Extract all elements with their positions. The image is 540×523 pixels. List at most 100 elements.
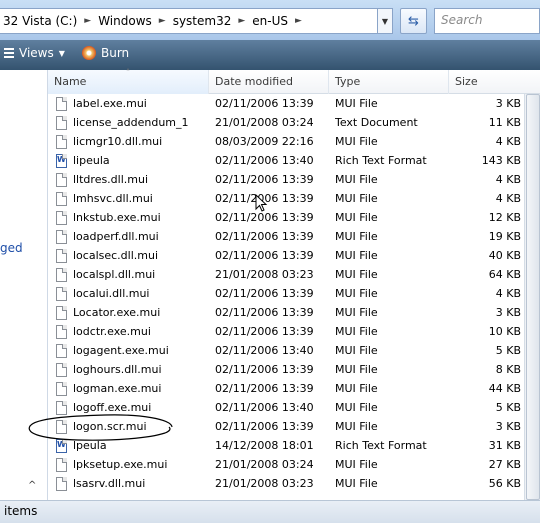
refresh-icon: ⇆ [408, 13, 419, 29]
table-row[interactable]: lnkstub.exe.mui 02/11/2006 13:39 MUI File 1… [48, 208, 540, 227]
file-icon [56, 115, 67, 130]
file-name: license_addendum_1 [73, 116, 189, 129]
file-icon [56, 381, 67, 396]
table-row[interactable]: localspl.dll.mui 21/01/2008 03:23 MUI File… [48, 265, 540, 284]
table-row[interactable]: lpksetup.exe.mui 21/01/2008 03:24 MUI File… [48, 455, 540, 474]
file-date-modified: 21/01/2008 03:24 [215, 116, 314, 129]
table-row[interactable]: localsec.dll.mui 02/11/2006 13:39 MUI File… [48, 246, 540, 265]
table-row[interactable]: loghours.dll.mui 02/11/2006 13:39 MUI File… [48, 360, 540, 379]
file-name-cell[interactable]: lltdres.dll.mui [56, 170, 211, 189]
file-icon [56, 96, 67, 111]
file-name: lpksetup.exe.mui [73, 458, 168, 471]
sort-ascending-icon: ˄ [126, 68, 130, 77]
file-name: loadperf.dll.mui [73, 230, 159, 243]
breadcrumb-windows[interactable]: Windows [95, 14, 155, 28]
file-icon [56, 476, 67, 491]
column-header-type[interactable]: Type [329, 70, 449, 94]
column-header-size[interactable]: Size [449, 70, 540, 94]
file-name-cell[interactable]: loghours.dll.mui [56, 360, 211, 379]
table-row[interactable]: logman.exe.mui 02/11/2006 13:39 MUI File 44… [48, 379, 540, 398]
file-icon [56, 305, 67, 320]
file-date-modified: 21/01/2008 03:23 [215, 268, 314, 281]
file-icon [56, 229, 67, 244]
table-row[interactable]: licmgr10.dll.mui 08/03/2009 22:16 MUI File… [48, 132, 540, 151]
chevron-right-icon[interactable]: ► [155, 16, 170, 26]
table-row[interactable]: logon.scr.mui 02/11/2006 13:39 MUI File 3 K… [48, 417, 540, 436]
column-header-date-modified[interactable]: Date modified [209, 70, 329, 94]
file-name-cell[interactable]: Locator.exe.mui [56, 303, 211, 322]
breadcrumb-system32[interactable]: system32 [170, 14, 235, 28]
table-row[interactable]: logagent.exe.mui 02/11/2006 13:40 MUI File… [48, 341, 540, 360]
file-date-modified: 02/11/2006 13:39 [215, 363, 314, 376]
file-name: logoff.exe.mui [73, 401, 152, 414]
burn-label: Burn [101, 46, 130, 60]
file-name-cell[interactable]: lnkstub.exe.mui [56, 208, 211, 227]
file-size: 64 KB [488, 268, 521, 281]
chevron-down-icon[interactable]: ▼ [59, 49, 65, 58]
file-date-modified: 02/11/2006 13:39 [215, 306, 314, 319]
breadcrumb[interactable]: 32 Vista (C:) ► Windows ► system32 ► en-… [0, 8, 393, 34]
file-name-cell[interactable]: lpksetup.exe.mui [56, 455, 211, 474]
file-type: MUI File [335, 363, 378, 376]
table-row[interactable]: localui.dll.mui 02/11/2006 13:39 MUI File 4… [48, 284, 540, 303]
file-name-cell[interactable]: licmgr10.dll.mui [56, 132, 211, 151]
file-name: loghours.dll.mui [73, 363, 162, 376]
file-name-cell[interactable]: localspl.dll.mui [56, 265, 211, 284]
file-size: 8 KB [495, 363, 521, 376]
refresh-button[interactable]: ⇆ [400, 8, 427, 34]
file-date-modified: 21/01/2008 03:23 [215, 477, 314, 490]
chevron-up-icon[interactable]: ^ [28, 480, 36, 491]
table-row[interactable]: label.exe.mui 02/11/2006 13:39 MUI File 3 K… [48, 94, 540, 113]
views-button[interactable]: Views ▼ [4, 46, 65, 60]
file-name-cell[interactable]: localui.dll.mui [56, 284, 211, 303]
burn-button[interactable]: Burn [82, 46, 129, 60]
file-name-cell[interactable]: logoff.exe.mui [56, 398, 211, 417]
file-date-modified: 02/11/2006 13:39 [215, 192, 314, 205]
file-name-cell[interactable]: lsasrv.dll.mui [56, 474, 211, 493]
file-name-cell[interactable]: lpeula [56, 436, 211, 455]
breadcrumb-en-us[interactable]: en-US [249, 14, 291, 28]
file-name: lmhsvc.dll.mui [73, 192, 153, 205]
address-history-dropdown[interactable]: ▼ [377, 8, 393, 34]
file-size: 5 KB [495, 344, 521, 357]
file-name: localui.dll.mui [73, 287, 150, 300]
file-name-cell[interactable]: logman.exe.mui [56, 379, 211, 398]
file-name-cell[interactable]: logagent.exe.mui [56, 341, 211, 360]
table-row[interactable]: lltdres.dll.mui 02/11/2006 13:39 MUI File 4… [48, 170, 540, 189]
file-name-cell[interactable]: logon.scr.mui [56, 417, 211, 436]
file-name-cell[interactable]: lipeula [56, 151, 211, 170]
table-row[interactable]: license_addendum_1 21/01/2008 03:24 Text D… [48, 113, 540, 132]
scrollbar-thumb[interactable] [526, 94, 540, 500]
table-row[interactable]: lipeula 02/11/2006 13:40 Rich Text Format 1… [48, 151, 540, 170]
vertical-scrollbar[interactable] [524, 94, 540, 500]
file-name: Locator.exe.mui [73, 306, 161, 319]
file-size: 10 KB [488, 325, 521, 338]
file-name-cell[interactable]: loadperf.dll.mui [56, 227, 211, 246]
file-name-cell[interactable]: label.exe.mui [56, 94, 211, 113]
file-name-cell[interactable]: lmhsvc.dll.mui [56, 189, 211, 208]
nav-pane-link[interactable]: ged [0, 242, 23, 254]
file-name: localsec.dll.mui [73, 249, 159, 262]
table-row[interactable]: lodctr.exe.mui 02/11/2006 13:39 MUI File 10… [48, 322, 540, 341]
table-row[interactable]: logoff.exe.mui 02/11/2006 13:40 MUI File 5 … [48, 398, 540, 417]
table-row[interactable]: Locator.exe.mui 02/11/2006 13:39 MUI File 3… [48, 303, 540, 322]
file-type: MUI File [335, 344, 378, 357]
file-date-modified: 02/11/2006 13:40 [215, 401, 314, 414]
table-row[interactable]: lpeula 14/12/2008 18:01 Rich Text Format 31… [48, 436, 540, 455]
file-type: MUI File [335, 192, 378, 205]
file-icon [56, 286, 67, 301]
file-name-cell[interactable]: license_addendum_1 [56, 113, 211, 132]
chevron-right-icon[interactable]: ► [234, 16, 249, 26]
table-row[interactable]: loadperf.dll.mui 02/11/2006 13:39 MUI File… [48, 227, 540, 246]
command-bar: Views ▼ Burn [0, 40, 540, 70]
table-row[interactable]: lsasrv.dll.mui 21/01/2008 03:23 MUI File 56… [48, 474, 540, 493]
column-header-name[interactable]: ˄ Name [48, 68, 209, 94]
file-name-cell[interactable]: localsec.dll.mui [56, 246, 211, 265]
chevron-right-icon[interactable]: ► [80, 16, 95, 26]
file-name-cell[interactable]: lodctr.exe.mui [56, 322, 211, 341]
search-input[interactable]: Search [434, 8, 540, 34]
table-row[interactable]: lmhsvc.dll.mui 02/11/2006 13:39 MUI File 4 … [48, 189, 540, 208]
file-size: 143 KB [481, 154, 521, 167]
breadcrumb-drive[interactable]: 32 Vista (C:) [0, 14, 80, 28]
chevron-right-icon[interactable]: ► [291, 16, 306, 26]
